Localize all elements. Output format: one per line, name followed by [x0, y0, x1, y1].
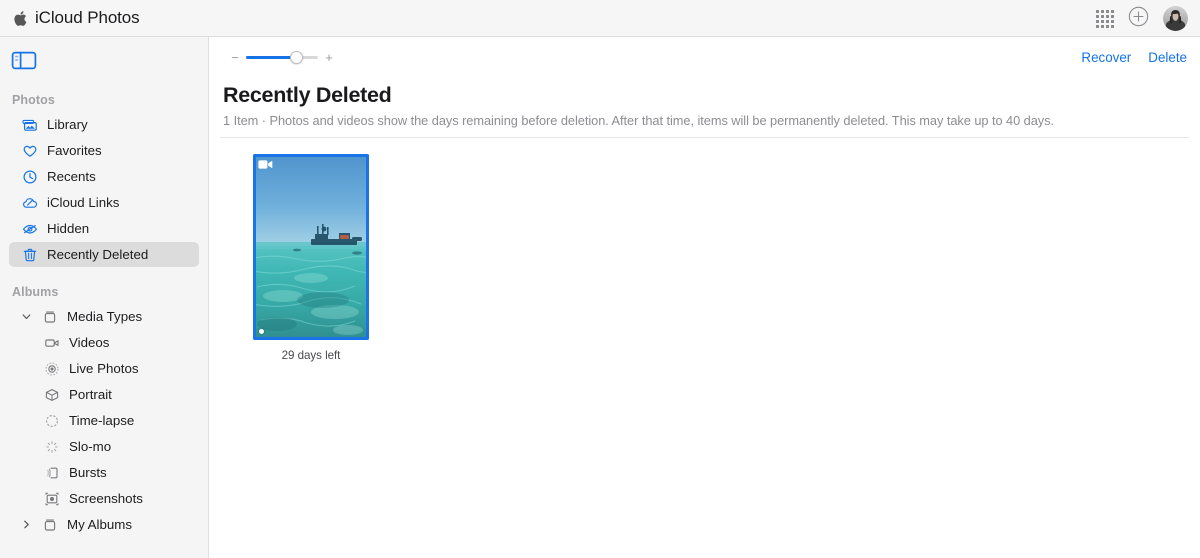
sidebar-item-label: Live Photos — [69, 360, 139, 376]
photo-grid-cell: 29 days left — [253, 153, 369, 362]
page-subtitle: 1 Item · Photos and videos show the days… — [223, 112, 1055, 128]
sidebar-item-slo-mo[interactable]: Slo-mo — [9, 434, 199, 459]
sidebar-item-bursts[interactable]: Bursts — [9, 460, 199, 485]
sidebar-section-albums-title: Albums — [12, 285, 59, 299]
brand-prefix: iCloud — [35, 8, 83, 27]
apple-logo-icon — [14, 10, 29, 27]
live-photo-icon — [44, 361, 60, 377]
sidebar-toggle-icon[interactable] — [0, 51, 37, 74]
chevron-down-icon[interactable] — [20, 310, 33, 323]
sidebar-item-screenshots[interactable]: Screenshots — [9, 486, 199, 511]
sidebar-item-label: Time-lapse — [69, 412, 135, 428]
zoom-slider-thumb[interactable] — [289, 50, 303, 64]
plus-circle-icon[interactable] — [1128, 6, 1149, 32]
sidebar-item-favorites[interactable]: Favorites — [9, 138, 199, 163]
album-box-icon — [42, 309, 58, 325]
sidebar-item-media-types[interactable]: Media Types — [9, 304, 199, 329]
video-camera-icon — [44, 335, 60, 351]
timelapse-icon — [44, 413, 60, 429]
sidebar-item-time-lapse[interactable]: Time-lapse — [9, 408, 199, 433]
live-photo-dot-indicator — [259, 328, 264, 334]
video-camera-badge-icon — [258, 159, 273, 170]
sidebar-item-label: Hidden — [47, 220, 90, 236]
window-body: Photos Library Favorites Recents iCloud … — [0, 37, 1200, 558]
photo-grid: 29 days left — [209, 138, 1200, 362]
eye-slash-icon — [22, 221, 38, 237]
sidebar-item-my-albums[interactable]: My Albums — [9, 512, 199, 537]
apps-grid-icon[interactable] — [1096, 9, 1114, 28]
delete-button[interactable]: Delete — [1148, 50, 1187, 65]
sidebar-item-live-photos[interactable]: Live Photos — [9, 356, 199, 381]
album-box-icon — [42, 517, 58, 533]
photos-library-icon — [22, 117, 38, 133]
sidebar-item-label: Slo-mo — [69, 438, 112, 454]
recover-button[interactable]: Recover — [1081, 50, 1131, 65]
zoom-slider-fill — [246, 55, 297, 59]
sidebar-item-label: Portrait — [69, 386, 112, 402]
content-toolbar: − + Recover Delete — [209, 37, 1200, 77]
sidebar-item-label: Screenshots — [69, 490, 143, 506]
content-header: Recently Deleted 1 Item · Photos and vid… — [209, 77, 1200, 128]
zoom-slider[interactable]: − + — [231, 50, 333, 64]
sidebar-section-photos-title: Photos — [12, 93, 55, 107]
chevron-right-icon[interactable] — [20, 518, 33, 531]
sidebar: Photos Library Favorites Recents iCloud … — [0, 37, 209, 558]
titlebar-controls — [1096, 0, 1188, 37]
window-title: iCloud Photos — [35, 8, 140, 28]
selection-actions: Recover Delete — [1081, 37, 1187, 77]
sidebar-item-hidden[interactable]: Hidden — [9, 216, 199, 241]
cloud-link-icon — [22, 195, 38, 211]
sidebar-list-photos: Library Favorites Recents iCloud Links H… — [0, 112, 208, 267]
sidebar-list-albums: Media Types Videos Live Photos Portrait … — [0, 304, 208, 537]
zoom-slider-track[interactable] — [246, 50, 318, 64]
photo-days-left-caption: 29 days left — [281, 348, 341, 362]
screenshot-icon — [44, 491, 60, 507]
sidebar-item-library[interactable]: Library — [9, 112, 199, 137]
zoom-out-label[interactable]: − — [231, 51, 239, 64]
sidebar-item-recently-deleted[interactable]: Recently Deleted — [9, 242, 199, 267]
sidebar-item-label: Library — [47, 116, 88, 132]
sidebar-item-icloud-links[interactable]: iCloud Links — [9, 190, 199, 215]
sidebar-item-portrait[interactable]: Portrait — [9, 382, 199, 407]
brand-app: Photos — [87, 8, 140, 27]
sidebar-item-recents[interactable]: Recents — [9, 164, 199, 189]
sidebar-item-videos[interactable]: Videos — [9, 330, 199, 355]
trash-icon — [22, 247, 38, 263]
sidebar-item-label: Recently Deleted — [47, 246, 149, 262]
sidebar-item-label: Favorites — [47, 142, 102, 158]
photo-thumbnail-selected[interactable] — [253, 153, 369, 340]
bursts-icon — [44, 465, 60, 481]
brand: iCloud Photos — [14, 8, 140, 28]
icloud-photos-window: iCloud Photos Photos Library Favorites R… — [0, 0, 1200, 558]
heart-icon — [22, 143, 38, 159]
zoom-in-label[interactable]: + — [325, 51, 333, 64]
sidebar-item-label: iCloud Links — [47, 194, 120, 210]
sidebar-item-label: Media Types — [67, 308, 143, 324]
window-titlebar: iCloud Photos — [0, 0, 1200, 37]
clock-icon — [22, 169, 38, 185]
main-content: − + Recover Delete Recently Deleted 1 It… — [209, 37, 1200, 558]
sidebar-item-label: Videos — [69, 334, 110, 350]
page-title: Recently Deleted — [223, 83, 392, 107]
slomo-icon — [44, 439, 60, 455]
sidebar-item-label: My Albums — [67, 516, 133, 532]
sidebar-item-label: Recents — [47, 168, 96, 184]
portrait-cube-icon — [44, 387, 60, 403]
sidebar-item-label: Bursts — [69, 464, 107, 480]
user-avatar[interactable] — [1163, 6, 1188, 31]
